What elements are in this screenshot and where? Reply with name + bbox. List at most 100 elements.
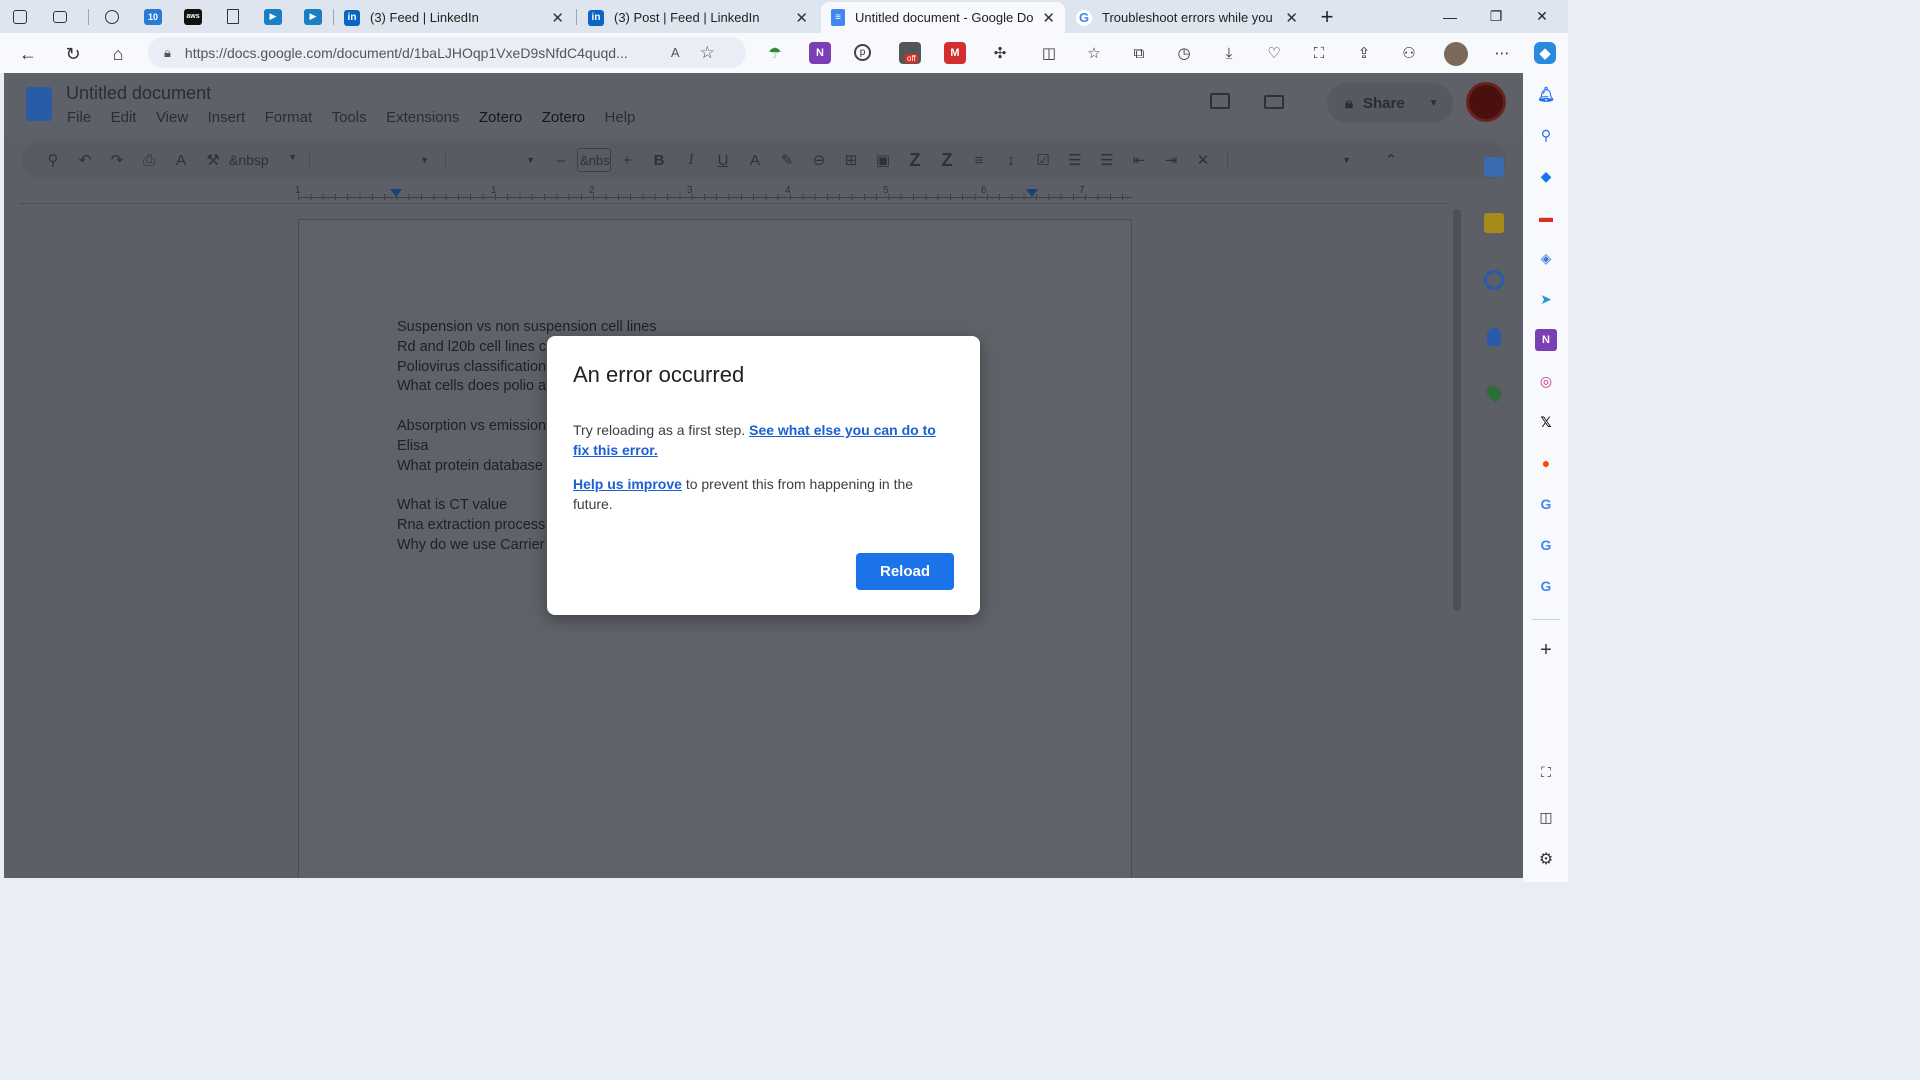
menu-zotero[interactable]: Zotero — [479, 109, 522, 126]
minimize-icon[interactable]: — — [1427, 0, 1473, 33]
settings-gear-icon[interactable]: ⚙ — [1535, 848, 1557, 870]
contacts-icon[interactable] — [1487, 328, 1501, 346]
font-size-input[interactable]: &nbs — [577, 148, 611, 172]
add-sidebar-app-icon[interactable]: + — [1535, 639, 1557, 661]
comments-icon[interactable] — [1210, 93, 1230, 109]
redo-icon[interactable]: ↷ — [101, 144, 133, 176]
outlook-icon[interactable] — [92, 0, 132, 33]
style-select[interactable]: &nbsp ▼ — [229, 152, 303, 168]
menu-file[interactable]: File — [67, 109, 91, 126]
page-icon[interactable] — [213, 0, 253, 33]
right-indent-marker[interactable] — [1026, 189, 1038, 197]
zotero-add-note-icon[interactable]: Z — [931, 144, 963, 176]
insert-image-icon[interactable]: ▣ — [867, 144, 899, 176]
close-tab-icon[interactable]: ✕ — [795, 9, 808, 27]
close-window-icon[interactable]: ✕ — [1519, 0, 1565, 33]
menu-format[interactable]: Format — [265, 109, 313, 126]
new-tab-icon[interactable]: + — [1304, 0, 1350, 33]
downloads-icon[interactable]: ⤓ — [1218, 42, 1240, 64]
bulleted-list-icon[interactable]: ☰ — [1059, 144, 1091, 176]
menu-tools[interactable]: Tools — [332, 109, 367, 126]
zotero-add-citation-icon[interactable]: Z — [899, 144, 931, 176]
font-select[interactable]: ▼ — [309, 150, 439, 170]
add-comment-icon[interactable]: ⊞ — [835, 144, 867, 176]
onenote-icon[interactable]: N — [809, 42, 831, 64]
share-dropdown-icon[interactable]: ▼ — [1429, 98, 1439, 109]
spellcheck-icon[interactable]: A — [165, 144, 197, 176]
close-tab-icon[interactable]: ✕ — [1042, 9, 1055, 27]
numbered-list-icon[interactable]: ☰ — [1091, 144, 1123, 176]
shopping-tag-icon[interactable]: ◆ — [1535, 165, 1557, 187]
menu-view[interactable]: View — [156, 109, 188, 126]
help-us-improve-link[interactable]: Help us improve — [573, 476, 682, 492]
vertical-scrollbar[interactable] — [1453, 209, 1461, 611]
google-icon[interactable]: G — [1535, 575, 1557, 597]
tab-troubleshoot[interactable]: G Troubleshoot errors while you ed ✕ — [1066, 2, 1308, 33]
read-aloud-icon[interactable]: A — [671, 45, 680, 60]
browser-essentials-icon[interactable]: ⚇ — [1398, 42, 1420, 64]
media-icon[interactable]: ▶ — [253, 0, 293, 33]
mendeley-icon[interactable]: M — [944, 42, 966, 64]
extension-toggle-icon[interactable]: off — [899, 42, 921, 64]
screenshot-icon[interactable]: ⛶ — [1308, 42, 1330, 64]
print-icon[interactable]: ⎙ — [133, 144, 165, 176]
keep-icon[interactable] — [1484, 213, 1504, 233]
profile-avatar[interactable] — [1444, 42, 1468, 66]
extension-umbrella-icon[interactable]: ☂ — [764, 42, 786, 64]
search-icon[interactable]: ⚲ — [1535, 124, 1557, 146]
close-tab-icon[interactable]: ✕ — [551, 9, 564, 27]
size-dropdown[interactable]: ▼ — [445, 150, 545, 170]
microsoft365-icon[interactable]: ◈ — [1535, 247, 1557, 269]
instagram-icon[interactable]: ◎ — [1535, 370, 1557, 392]
send-icon[interactable]: ➤ — [1535, 288, 1557, 310]
tab-linkedin-feed[interactable]: in (3) Feed | LinkedIn ✕ — [334, 2, 574, 33]
more-options-icon[interactable]: ⋯ — [1491, 42, 1513, 64]
notifications-icon[interactable]: 🔔︎ — [1535, 83, 1557, 105]
decrease-indent-icon[interactable]: ⇤ — [1123, 144, 1155, 176]
increase-size-icon[interactable]: + — [611, 144, 643, 176]
bold-icon[interactable]: B — [643, 144, 675, 176]
copilot-icon[interactable]: ◆ — [1534, 42, 1556, 64]
extensions-puzzle-icon[interactable]: ✣ — [989, 42, 1011, 64]
google-icon[interactable]: G — [1535, 534, 1557, 556]
tasks-icon[interactable] — [1484, 270, 1504, 290]
restore-icon[interactable]: ❐ — [1473, 0, 1519, 33]
undo-icon[interactable]: ↶ — [69, 144, 101, 176]
reload-button[interactable]: Reload — [856, 553, 954, 590]
favorite-star-icon[interactable]: ☆ — [700, 43, 715, 63]
doc-title[interactable]: Untitled document — [66, 83, 211, 104]
menu-zotero[interactable]: Zotero — [542, 109, 585, 126]
reddit-icon[interactable]: ● — [1535, 452, 1557, 474]
menu-insert[interactable]: Insert — [208, 109, 246, 126]
media-icon[interactable]: ▶ — [293, 0, 333, 33]
onenote-icon[interactable]: N — [1535, 329, 1557, 351]
menu-edit[interactable]: Edit — [111, 109, 137, 126]
hide-sidebar-icon[interactable]: ◫ — [1535, 806, 1557, 828]
address-bar[interactable]: 🔒︎ https://docs.google.com/document/d/1b… — [148, 37, 746, 68]
text-color-icon[interactable]: A — [739, 144, 771, 176]
checklist-icon[interactable]: ☑ — [1027, 144, 1059, 176]
highlight-icon[interactable]: ✎ — [771, 144, 803, 176]
share-icon[interactable]: ⇪ — [1353, 42, 1375, 64]
italic-icon[interactable]: I — [675, 144, 707, 176]
account-avatar[interactable] — [1466, 82, 1506, 122]
pinterest-icon[interactable]: p — [854, 44, 871, 61]
docs-logo-icon[interactable] — [26, 87, 52, 121]
tab-google-docs[interactable]: ≡ Untitled document - Google Docs ✕ — [821, 2, 1065, 33]
refresh-icon[interactable]: ↻ — [59, 40, 87, 68]
menu-extensions[interactable]: Extensions — [386, 109, 459, 126]
close-tab-icon[interactable]: ✕ — [1285, 9, 1298, 27]
tools-icon[interactable]: ▬ — [1535, 206, 1557, 228]
google-icon[interactable]: G — [1535, 493, 1557, 515]
tab-linkedin-post[interactable]: in (3) Post | Feed | LinkedIn ✕ — [578, 2, 818, 33]
collapse-toolbar-icon[interactable]: ⌃ — [1375, 144, 1407, 176]
meet-icon[interactable] — [1264, 95, 1284, 109]
clear-formatting-icon[interactable]: ✕ — [1187, 144, 1219, 176]
lock-icon[interactable]: 🔒︎ — [164, 45, 171, 61]
search-menus-icon[interactable]: ⚲ — [37, 144, 69, 176]
workspaces-icon[interactable] — [0, 0, 40, 33]
screenshot-icon[interactable]: ⛶ — [1535, 761, 1557, 783]
aws-icon[interactable]: aws — [173, 0, 213, 33]
line-spacing-icon[interactable]: ↕ — [995, 144, 1027, 176]
favorites-icon[interactable]: ☆ — [1083, 42, 1105, 64]
